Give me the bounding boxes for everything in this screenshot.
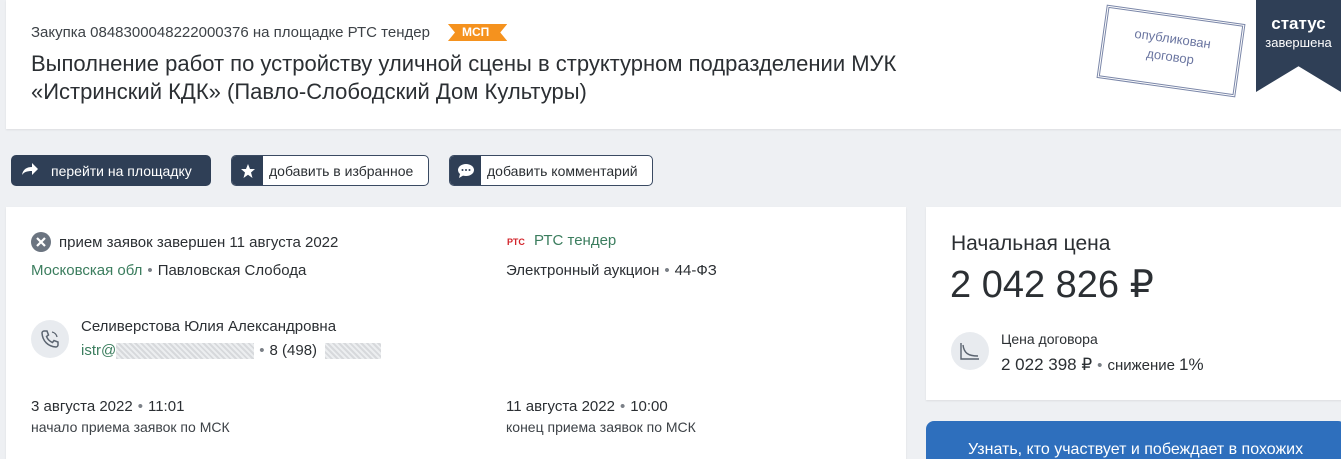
initial-price-label: Начальная цена [951, 232, 1111, 255]
purchase-title-line-1: Выполнение работ по устройству уличной с… [31, 51, 897, 76]
start-time: 11:01 [147, 398, 185, 415]
city-text: Павловская Слобода [157, 262, 307, 279]
contract-price-value: 2 022 398 ₽ [1001, 355, 1093, 374]
goto-platform-label: перейти на площадку [51, 162, 192, 179]
separator-dot: • [1097, 356, 1103, 374]
close-circle-icon [31, 232, 51, 252]
procedure-row: Электронный аукцион • 44-ФЗ [506, 262, 717, 279]
purchase-title-line-2: «Истринский КДК» (Павло-Слободский Дом К… [31, 79, 587, 104]
add-comment-button[interactable]: добавить комментарий [449, 155, 653, 186]
start-date: 3 августа 2022 [31, 398, 133, 415]
purchase-header-card: Закупка 0848300048222000376 на площадке … [6, 0, 1341, 129]
separator-dot: • [619, 398, 626, 415]
platform-row: РТС РТС тендер [506, 232, 616, 249]
purchase-number-label: Закупка 0848300048222000376 на площадке … [31, 24, 430, 41]
decrease-label: снижение [1107, 356, 1175, 374]
end-time: 10:00 [630, 398, 668, 415]
contact-phone: 8 (498) [269, 342, 318, 359]
decrease-value: 1% [1178, 355, 1204, 374]
price-card: Начальная цена 2 042 826 ₽ Цена договора… [926, 207, 1341, 400]
contact-details-row: istr@ • 8 (498) [81, 342, 382, 359]
end-date-row: 11 августа 2022 • 10:00 [506, 398, 668, 415]
location-row: Московская обл • Павловская Слобода [31, 262, 306, 279]
chart-decrease-icon [951, 332, 989, 370]
end-date: 11 августа 2022 [506, 398, 615, 415]
procedure-type: Электронный аукцион [506, 262, 660, 279]
start-date-label: начало приема заявок по МСК [31, 419, 230, 435]
application-status-row: прием заявок завершен 11 августа 2022 [31, 232, 338, 252]
application-status-text: прием заявок завершен 11 августа 2022 [59, 233, 339, 251]
phone-redacted [325, 342, 382, 359]
region-link[interactable]: Московская обл [31, 262, 142, 279]
initial-price-value: 2 042 826 ₽ [950, 264, 1154, 306]
separator-dot: • [664, 262, 670, 279]
contract-price-label: Цена договора [1001, 331, 1098, 347]
status-stamp: опубликован договор [1096, 4, 1246, 98]
star-icon [232, 156, 263, 185]
status-value: завершена [1265, 35, 1332, 50]
end-date-label: конец приема заявок по МСК [506, 419, 696, 435]
contact-name: Селиверстова Юлия Александровна [81, 318, 337, 335]
purchase-number-line: Закупка 0848300048222000376 на площадке … [31, 24, 507, 41]
add-favorite-label: добавить в избранное [269, 162, 414, 179]
rts-logo-text: РТС [507, 237, 525, 247]
msp-badge: МСП [448, 24, 507, 41]
platform-link[interactable]: РТС тендер [534, 232, 616, 249]
comment-icon [450, 156, 481, 185]
separator-dot: • [137, 398, 143, 415]
procurement-info-card: прием заявок завершен 11 августа 2022 Мо… [6, 207, 906, 459]
similar-tenders-cta-button[interactable]: Узнать, кто участвует и побеждает в похо… [926, 421, 1341, 459]
separator-dot: • [259, 342, 265, 359]
law-text: 44-ФЗ [674, 262, 717, 279]
start-date-row: 3 августа 2022 • 11:01 [31, 398, 184, 415]
phone-icon [31, 320, 69, 358]
add-comment-label: добавить комментарий [487, 162, 638, 179]
contract-price-row: 2 022 398 ₽ • снижение 1% [1001, 355, 1204, 375]
goto-platform-button[interactable]: перейти на площадку [11, 155, 211, 186]
rts-logo-icon: РТС [506, 232, 526, 249]
status-title: статус [1271, 14, 1326, 33]
purchase-title: Выполнение работ по устройству уличной с… [31, 50, 1031, 106]
add-favorite-button[interactable]: добавить в избранное [231, 155, 429, 186]
contact-email-link[interactable]: istr@ [81, 342, 116, 359]
share-arrow-icon [21, 162, 39, 179]
email-redacted [116, 342, 255, 359]
separator-dot: • [147, 262, 153, 279]
